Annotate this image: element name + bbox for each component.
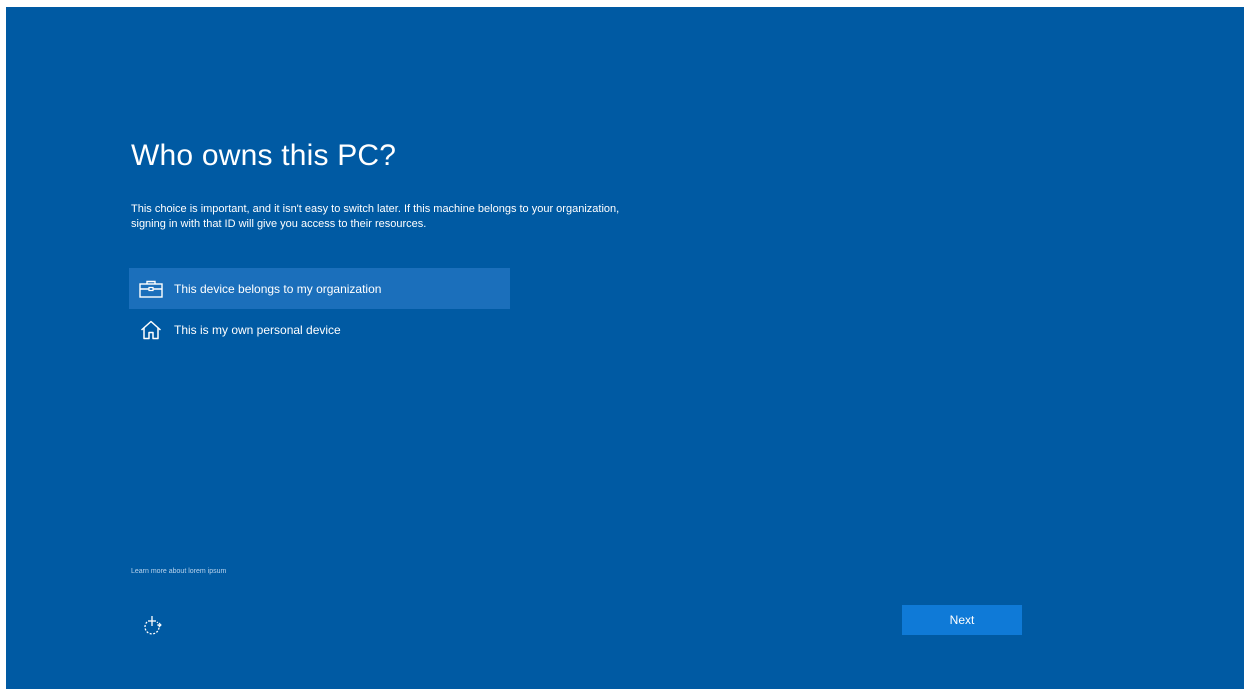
learn-more-link[interactable]: Learn more about lorem ipsum — [131, 568, 226, 575]
description-line-2: signing in with that ID will give you ac… — [131, 218, 427, 230]
option-organization-label: This device belongs to my organization — [174, 281, 382, 296]
page-description: This choice is important, and it isn't e… — [131, 202, 831, 232]
ownership-options: This device belongs to my organization T… — [129, 268, 510, 350]
next-button[interactable]: Next — [902, 605, 1022, 635]
home-icon — [138, 319, 164, 341]
description-line-1: This choice is important, and it isn't e… — [131, 203, 620, 215]
ease-of-access-icon[interactable] — [140, 613, 164, 637]
option-personal[interactable]: This is my own personal device — [129, 309, 510, 350]
oobe-screen: Who owns this PC? This choice is importa… — [6, 7, 1244, 689]
option-personal-label: This is my own personal device — [174, 322, 341, 337]
briefcase-icon — [138, 278, 164, 300]
option-organization[interactable]: This device belongs to my organization — [129, 268, 510, 309]
page-title: Who owns this PC? — [131, 139, 397, 172]
